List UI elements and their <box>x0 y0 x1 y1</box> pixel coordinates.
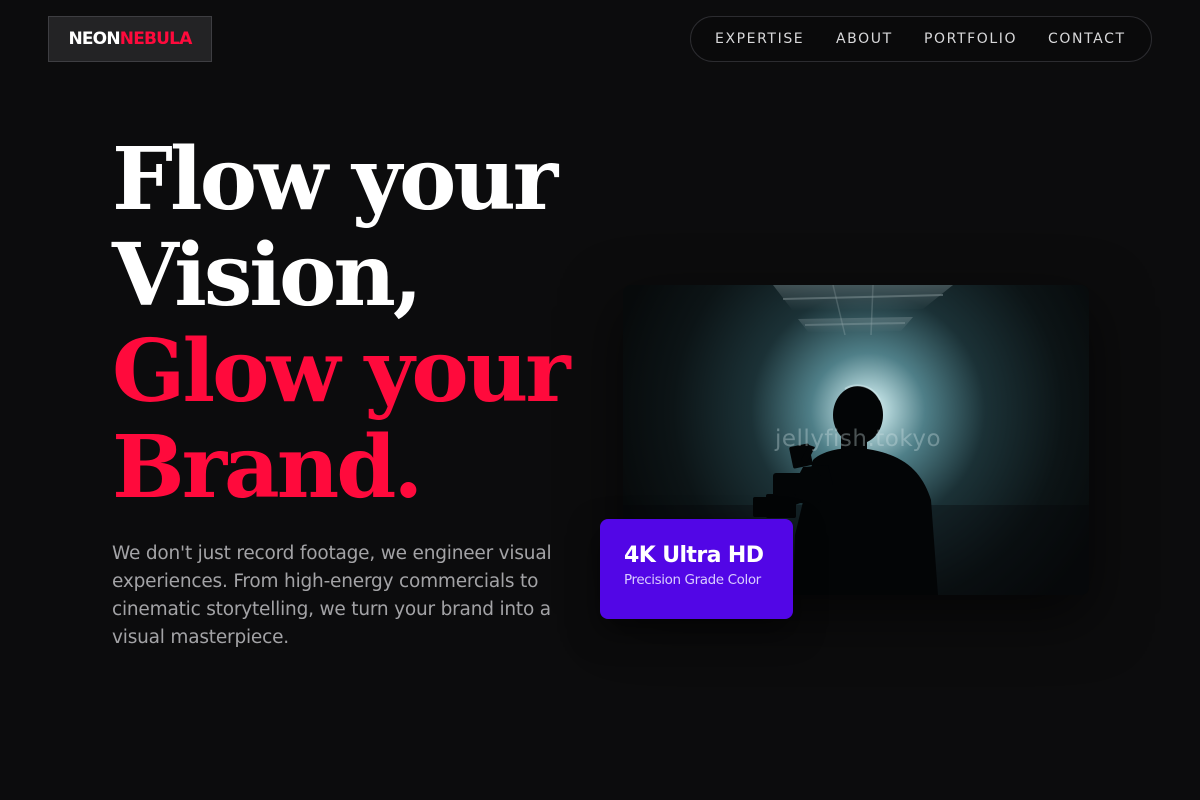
landing-page: NEON NEBULA EXPERTISE ABOUT PORTFOLIO CON… <box>0 0 1200 800</box>
badge-title: 4K Ultra HD <box>624 543 764 568</box>
logo-text-neon: NEON <box>68 29 120 49</box>
headline-line-1: Flow your <box>112 129 558 230</box>
image-watermark: jellyfish.tokyo <box>775 426 942 452</box>
nav-link-expertise[interactable]: EXPERTISE <box>715 17 804 61</box>
quality-badge: 4K Ultra HD Precision Grade Color <box>600 519 793 619</box>
nav-link-portfolio[interactable]: PORTFOLIO <box>924 17 1017 61</box>
logo-text-nebula: NEBULA <box>119 29 193 49</box>
nav-link-about[interactable]: ABOUT <box>836 17 893 61</box>
main-nav: EXPERTISE ABOUT PORTFOLIO CONTACT <box>690 16 1152 62</box>
hero-headline: Flow your Vision, Glow your Brand. <box>112 129 571 518</box>
badge-subtitle: Precision Grade Color <box>624 572 761 588</box>
nav-link-contact[interactable]: CONTACT <box>1048 17 1126 61</box>
headline-line-2: Vision, <box>112 225 423 326</box>
brand-logo[interactable]: NEON NEBULA <box>48 16 212 62</box>
hero-description: We don't just record footage, we enginee… <box>112 543 552 648</box>
headline-line-3: Glow your <box>112 321 571 422</box>
headline-line-4: Brand. <box>112 417 423 518</box>
